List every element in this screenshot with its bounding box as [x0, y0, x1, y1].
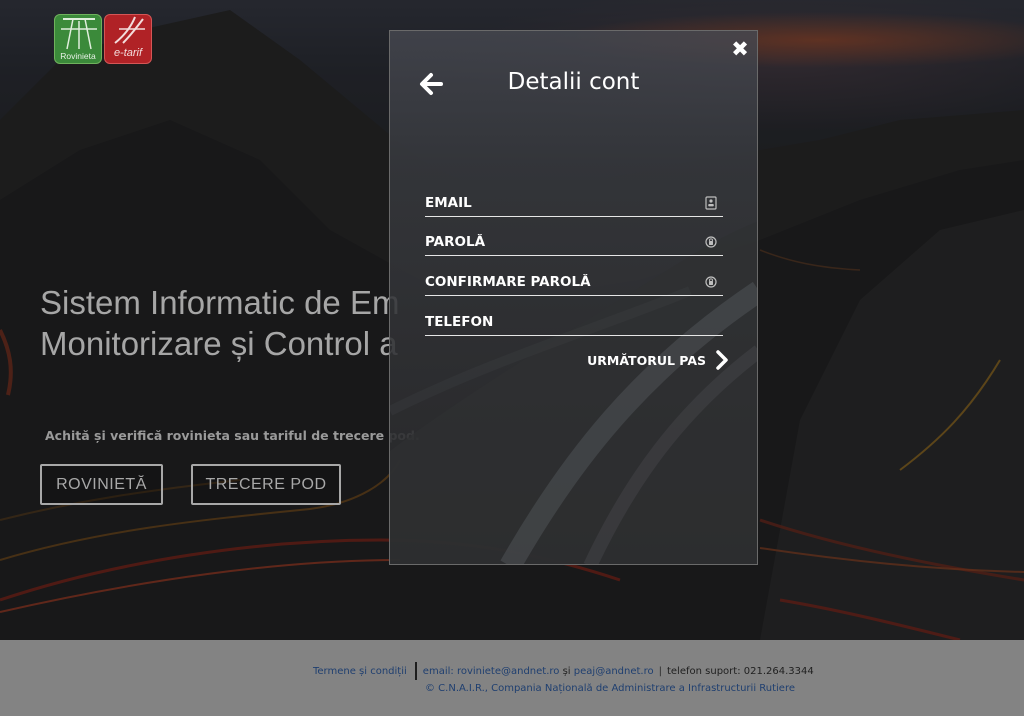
copyright-text: © C.N.A.I.R., Compania Națională de Admi… — [425, 683, 796, 694]
etarif-logo-label: e-tarif — [113, 47, 143, 59]
lock-icon — [705, 236, 717, 248]
hero-tagline: Achită și verifică rovinieta sau tariful… — [45, 428, 420, 443]
etarif-swoosh-icon — [114, 16, 145, 44]
email-peaj-link[interactable]: peaj@andnet.ro — [574, 666, 654, 677]
footer-links-row: Termene și condiții email: roviniete@and… — [313, 662, 814, 680]
account-details-modal: ✖ Detalii cont URMĂTORUL PAS — [389, 30, 758, 565]
hero-title: Sistem Informatic de Emitere, Monitoriza… — [40, 282, 400, 364]
etarif-logo[interactable]: e-tarif — [104, 14, 152, 64]
modal-background-road — [390, 221, 757, 564]
trecere-pod-button[interactable]: TRECERE POD — [191, 464, 341, 505]
id-card-icon — [705, 196, 717, 210]
road-sign-icon — [61, 18, 97, 50]
confirm-password-input[interactable] — [425, 270, 723, 294]
lock-icon — [705, 276, 717, 288]
and-text: și — [562, 665, 571, 677]
hero-title-line2: Monitorizare și Control a — [40, 325, 398, 362]
close-icon[interactable]: ✖ — [729, 38, 751, 60]
support-phone: telefon suport: 021.264.3344 — [666, 665, 814, 677]
next-step-label: URMĂTORUL PAS — [587, 352, 706, 368]
phone-input[interactable] — [425, 310, 723, 334]
rovinieta-logo-label: Rovinieta — [60, 51, 96, 61]
next-step-button[interactable]: URMĂTORUL PAS — [587, 348, 729, 372]
phone-field-wrapper — [425, 310, 723, 336]
footer: Termene și condiții email: roviniete@and… — [0, 640, 1024, 716]
footer-separator: | — [658, 665, 662, 677]
chevron-right-icon — [716, 350, 728, 370]
terms-link[interactable]: Termene și condiții — [313, 666, 407, 677]
rovinieta-logo[interactable]: Rovinieta — [54, 14, 102, 64]
modal-title: Detalii cont — [507, 69, 640, 95]
email-input[interactable] — [425, 191, 723, 215]
password-input[interactable] — [425, 230, 723, 254]
hero-title-line1: Sistem Informatic de Emitere, — [40, 284, 400, 321]
rovinieta-button[interactable]: ROVINIETĂ — [40, 464, 163, 505]
footer-divider — [414, 662, 417, 680]
email-prefix: email: — [422, 665, 454, 677]
email-field-wrapper — [425, 191, 723, 217]
email-roviniete-link[interactable]: roviniete@andnet.ro — [457, 666, 559, 677]
confirm-password-field-wrapper — [425, 270, 723, 296]
password-field-wrapper — [425, 230, 723, 256]
